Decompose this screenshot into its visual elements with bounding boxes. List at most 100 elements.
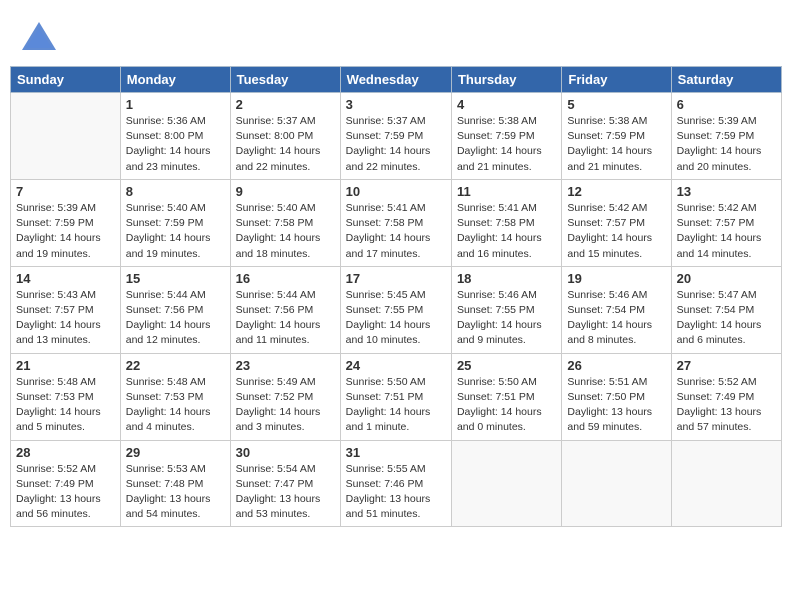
day-info: Sunrise: 5:38 AM Sunset: 7:59 PM Dayligh… (457, 114, 556, 175)
day-info: Sunrise: 5:40 AM Sunset: 7:58 PM Dayligh… (236, 201, 335, 262)
day-info: Sunrise: 5:47 AM Sunset: 7:54 PM Dayligh… (677, 288, 776, 349)
calendar-header-row: SundayMondayTuesdayWednesdayThursdayFrid… (11, 67, 782, 93)
calendar-cell (562, 440, 671, 527)
day-info: Sunrise: 5:48 AM Sunset: 7:53 PM Dayligh… (16, 375, 115, 436)
calendar-cell: 25 Sunrise: 5:50 AM Sunset: 7:51 PM Dayli… (451, 353, 561, 440)
day-info: Sunrise: 5:38 AM Sunset: 7:59 PM Dayligh… (567, 114, 665, 175)
day-number: 21 (16, 358, 115, 373)
calendar-cell: 29Sunrise: 5:53 AM Sunset: 7:48 PM Dayli… (120, 440, 230, 527)
calendar-cell: 30Sunrise: 5:54 AM Sunset: 7:47 PM Dayli… (230, 440, 340, 527)
calendar-cell: 7 Sunrise: 5:39 AM Sunset: 7:59 PM Daylig… (11, 179, 121, 266)
day-number: 10 (346, 184, 446, 199)
logo-icon (20, 18, 58, 56)
day-info: Sunrise: 5:39 AM Sunset: 7:59 PM Dayligh… (677, 114, 776, 175)
day-info: Sunrise: 5:51 AM Sunset: 7:50 PM Dayligh… (567, 375, 665, 436)
day-info: Sunrise: 5:41 AM Sunset: 7:58 PM Dayligh… (346, 201, 446, 262)
day-info: Sunrise: 5:42 AM Sunset: 7:57 PM Dayligh… (677, 201, 776, 262)
calendar-cell: 24 Sunrise: 5:50 AM Sunset: 7:51 PM Dayli… (340, 353, 451, 440)
calendar-cell: 21 Sunrise: 5:48 AM Sunset: 7:53 PM Dayli… (11, 353, 121, 440)
calendar-cell (11, 93, 121, 180)
day-info: Sunrise: 5:39 AM Sunset: 7:59 PM Dayligh… (16, 201, 115, 262)
day-info: Sunrise: 5:50 AM Sunset: 7:51 PM Dayligh… (457, 375, 556, 436)
calendar-cell: 2 Sunrise: 5:37 AM Sunset: 8:00 PM Daylig… (230, 93, 340, 180)
calendar-cell: 13 Sunrise: 5:42 AM Sunset: 7:57 PM Dayli… (671, 179, 781, 266)
day-info: Sunrise: 5:48 AM Sunset: 7:53 PM Dayligh… (126, 375, 225, 436)
calendar-week-row: 28 Sunrise: 5:52 AM Sunset: 7:49 PM Dayli… (11, 440, 782, 527)
calendar-week-row: 7 Sunrise: 5:39 AM Sunset: 7:59 PM Daylig… (11, 179, 782, 266)
day-info: Sunrise: 5:42 AM Sunset: 7:57 PM Dayligh… (567, 201, 665, 262)
calendar-cell: 27 Sunrise: 5:52 AM Sunset: 7:49 PM Dayli… (671, 353, 781, 440)
calendar-cell: 1 Sunrise: 5:36 AM Sunset: 8:00 PM Daylig… (120, 93, 230, 180)
day-number: 13 (677, 184, 776, 199)
calendar-header-wednesday: Wednesday (340, 67, 451, 93)
day-number: 2 (236, 97, 335, 112)
calendar-week-row: 1 Sunrise: 5:36 AM Sunset: 8:00 PM Daylig… (11, 93, 782, 180)
calendar-cell: 28 Sunrise: 5:52 AM Sunset: 7:49 PM Dayli… (11, 440, 121, 527)
day-info: Sunrise: 5:46 AM Sunset: 7:55 PM Dayligh… (457, 288, 556, 349)
calendar-cell (671, 440, 781, 527)
day-number: 1 (126, 97, 225, 112)
calendar-header-tuesday: Tuesday (230, 67, 340, 93)
page-header (10, 10, 782, 60)
day-number: 19 (567, 271, 665, 286)
calendar-cell: 9 Sunrise: 5:40 AM Sunset: 7:58 PM Daylig… (230, 179, 340, 266)
day-number: 26 (567, 358, 665, 373)
day-info: Sunrise: 5:36 AM Sunset: 8:00 PM Dayligh… (126, 114, 225, 175)
day-info: Sunrise: 5:43 AM Sunset: 7:57 PM Dayligh… (16, 288, 115, 349)
day-number: 31 (346, 445, 446, 460)
day-number: 5 (567, 97, 665, 112)
calendar-header-saturday: Saturday (671, 67, 781, 93)
calendar-cell: 23Sunrise: 5:49 AM Sunset: 7:52 PM Dayli… (230, 353, 340, 440)
day-number: 7 (16, 184, 115, 199)
calendar-cell: 19 Sunrise: 5:46 AM Sunset: 7:54 PM Dayli… (562, 266, 671, 353)
calendar-header-sunday: Sunday (11, 67, 121, 93)
day-number: 8 (126, 184, 225, 199)
day-number: 16 (236, 271, 335, 286)
calendar-cell: 16 Sunrise: 5:44 AM Sunset: 7:56 PM Dayli… (230, 266, 340, 353)
day-info: Sunrise: 5:46 AM Sunset: 7:54 PM Dayligh… (567, 288, 665, 349)
day-number: 14 (16, 271, 115, 286)
day-number: 22 (126, 358, 225, 373)
calendar-cell: 15Sunrise: 5:44 AM Sunset: 7:56 PM Dayli… (120, 266, 230, 353)
day-info: Sunrise: 5:37 AM Sunset: 7:59 PM Dayligh… (346, 114, 446, 175)
calendar-header-friday: Friday (562, 67, 671, 93)
calendar-week-row: 21 Sunrise: 5:48 AM Sunset: 7:53 PM Dayli… (11, 353, 782, 440)
calendar-cell: 17 Sunrise: 5:45 AM Sunset: 7:55 PM Dayli… (340, 266, 451, 353)
calendar-week-row: 14 Sunrise: 5:43 AM Sunset: 7:57 PM Dayli… (11, 266, 782, 353)
calendar-cell: 18 Sunrise: 5:46 AM Sunset: 7:55 PM Dayli… (451, 266, 561, 353)
day-number: 15 (126, 271, 225, 286)
day-number: 25 (457, 358, 556, 373)
day-info: Sunrise: 5:54 AM Sunset: 7:47 PM Dayligh… (236, 462, 335, 523)
day-number: 18 (457, 271, 556, 286)
calendar-cell: 26 Sunrise: 5:51 AM Sunset: 7:50 PM Dayli… (562, 353, 671, 440)
day-info: Sunrise: 5:40 AM Sunset: 7:59 PM Dayligh… (126, 201, 225, 262)
calendar-table: SundayMondayTuesdayWednesdayThursdayFrid… (10, 66, 782, 527)
calendar-cell (451, 440, 561, 527)
day-info: Sunrise: 5:52 AM Sunset: 7:49 PM Dayligh… (677, 375, 776, 436)
logo (20, 18, 62, 56)
calendar-cell: 10 Sunrise: 5:41 AM Sunset: 7:58 PM Dayli… (340, 179, 451, 266)
day-number: 17 (346, 271, 446, 286)
day-info: Sunrise: 5:50 AM Sunset: 7:51 PM Dayligh… (346, 375, 446, 436)
calendar-cell: 22 Sunrise: 5:48 AM Sunset: 7:53 PM Dayli… (120, 353, 230, 440)
day-info: Sunrise: 5:52 AM Sunset: 7:49 PM Dayligh… (16, 462, 115, 523)
calendar-cell: 12 Sunrise: 5:42 AM Sunset: 7:57 PM Dayli… (562, 179, 671, 266)
day-number: 12 (567, 184, 665, 199)
calendar-cell: 6Sunrise: 5:39 AM Sunset: 7:59 PM Daylig… (671, 93, 781, 180)
calendar-cell: 14 Sunrise: 5:43 AM Sunset: 7:57 PM Dayli… (11, 266, 121, 353)
calendar-cell: 20 Sunrise: 5:47 AM Sunset: 7:54 PM Dayli… (671, 266, 781, 353)
day-number: 20 (677, 271, 776, 286)
day-info: Sunrise: 5:37 AM Sunset: 8:00 PM Dayligh… (236, 114, 335, 175)
day-number: 28 (16, 445, 115, 460)
day-number: 9 (236, 184, 335, 199)
day-number: 29 (126, 445, 225, 460)
calendar-header-monday: Monday (120, 67, 230, 93)
day-info: Sunrise: 5:44 AM Sunset: 7:56 PM Dayligh… (236, 288, 335, 349)
day-number: 4 (457, 97, 556, 112)
day-number: 24 (346, 358, 446, 373)
day-info: Sunrise: 5:45 AM Sunset: 7:55 PM Dayligh… (346, 288, 446, 349)
day-info: Sunrise: 5:55 AM Sunset: 7:46 PM Dayligh… (346, 462, 446, 523)
calendar-cell: 3Sunrise: 5:37 AM Sunset: 7:59 PM Daylig… (340, 93, 451, 180)
day-number: 27 (677, 358, 776, 373)
calendar-cell: 11Sunrise: 5:41 AM Sunset: 7:58 PM Dayli… (451, 179, 561, 266)
